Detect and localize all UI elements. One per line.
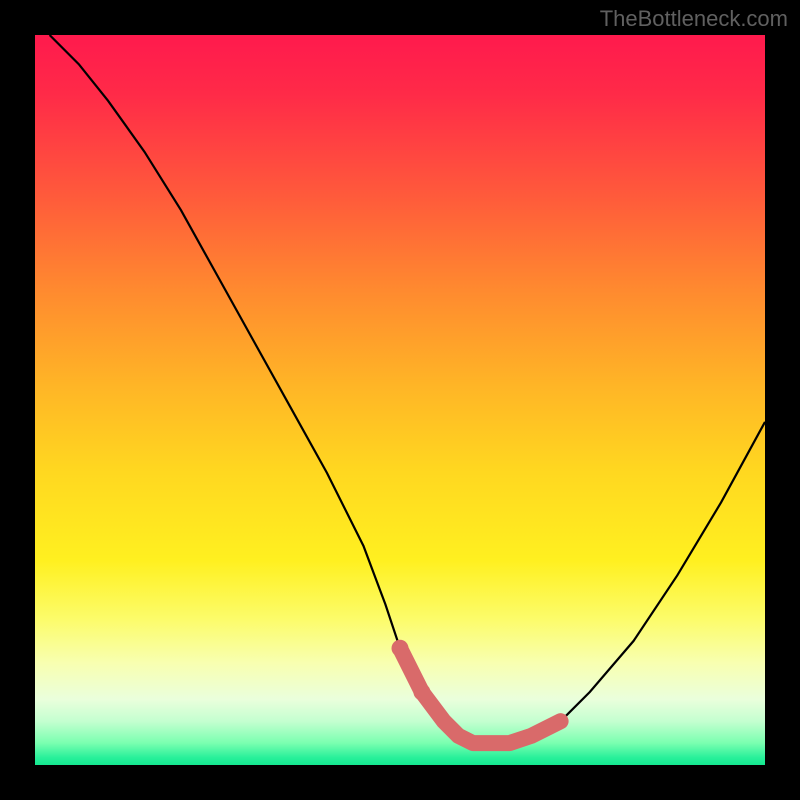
watermark-text: TheBottleneck.com <box>600 6 788 32</box>
bottleneck-curve <box>50 35 765 743</box>
curve-svg <box>35 35 765 765</box>
optimal-zone-markers <box>392 640 561 743</box>
plot-area <box>35 35 765 765</box>
